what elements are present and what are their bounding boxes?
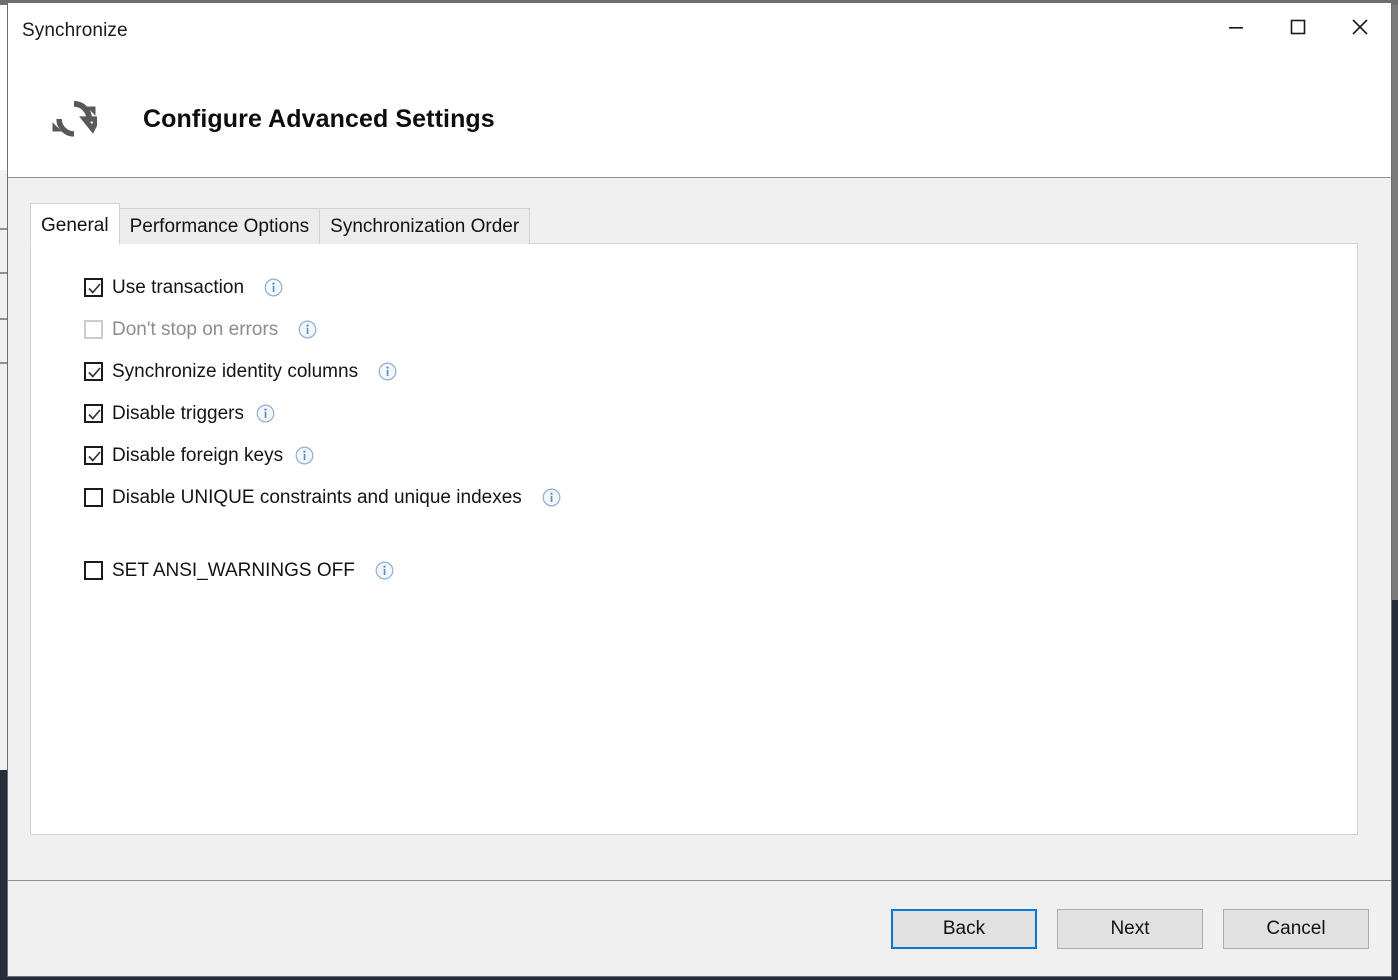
- info-icon[interactable]: [298, 320, 317, 339]
- title-bar: Synchronize: [8, 3, 1391, 61]
- background-window-right-sliver: [1392, 0, 1398, 980]
- info-icon[interactable]: [542, 488, 561, 507]
- option-row-disable-foreign-keys[interactable]: Disable foreign keys: [84, 434, 1357, 476]
- dialog-body: General Performance Options Synchronizat…: [8, 178, 1391, 880]
- option-row-synchronize-identity-columns[interactable]: Synchronize identity columns: [84, 350, 1357, 392]
- checkbox-disable-triggers[interactable]: [84, 403, 103, 423]
- info-icon[interactable]: [264, 278, 283, 297]
- option-row-use-transaction[interactable]: Use transaction: [84, 266, 1357, 308]
- background-row-tick: [0, 272, 7, 274]
- window-controls: [1205, 3, 1391, 50]
- sync-refresh-icon: [51, 96, 102, 142]
- dialog-header: Configure Advanced Settings: [8, 61, 1391, 178]
- cancel-button[interactable]: Cancel: [1223, 908, 1369, 949]
- checkbox-synchronize-identity-columns[interactable]: [84, 361, 103, 381]
- background-row-tick: [0, 318, 7, 320]
- checkbox-disable-foreign-keys[interactable]: [84, 445, 103, 465]
- option-row-disable-unique-constraints[interactable]: Disable UNIQUE constraints and unique in…: [84, 476, 1357, 518]
- close-icon: [1352, 18, 1368, 35]
- next-button[interactable]: Next: [1057, 908, 1203, 949]
- option-label: SET ANSI_WARNINGS OFF: [112, 559, 355, 581]
- window-title: Synchronize: [22, 20, 128, 41]
- option-row-disable-triggers[interactable]: Disable triggers: [84, 392, 1357, 434]
- info-icon[interactable]: [378, 362, 397, 381]
- option-label: Don't stop on errors: [112, 318, 279, 340]
- tab-performance-options[interactable]: Performance Options: [118, 208, 321, 244]
- tab-content-panel: Use transaction Don't stop on errors Syn…: [30, 243, 1358, 835]
- checkbox-use-transaction[interactable]: [84, 277, 103, 297]
- info-icon[interactable]: [295, 446, 314, 465]
- check-mark-icon: [88, 408, 101, 420]
- option-label: Disable UNIQUE constraints and unique in…: [112, 486, 522, 508]
- tab-synchronization-order[interactable]: Synchronization Order: [319, 208, 531, 244]
- maximize-button[interactable]: [1267, 3, 1329, 50]
- option-row-set-ansi-warnings-off[interactable]: SET ANSI_WARNINGS OFF: [84, 549, 1357, 591]
- synchronize-dialog: Synchronize Configure Advanced Settings …: [7, 3, 1392, 977]
- option-label: Use transaction: [112, 276, 245, 298]
- info-icon[interactable]: [375, 561, 394, 580]
- background-pane-grey: [0, 170, 7, 770]
- check-mark-icon: [88, 450, 101, 462]
- check-mark-icon: [88, 366, 101, 378]
- option-label: Synchronize identity columns: [112, 360, 359, 382]
- checkbox-set-ansi-warnings-off[interactable]: [84, 560, 103, 580]
- dialog-footer: Back Next Cancel: [8, 880, 1391, 976]
- check-mark-icon: [88, 282, 101, 294]
- option-label: Disable foreign keys: [112, 444, 284, 466]
- back-button[interactable]: Back: [891, 908, 1037, 949]
- background-window-left-sliver: [0, 0, 7, 980]
- minimize-icon: [1229, 26, 1243, 29]
- maximize-icon: [1290, 19, 1306, 34]
- options-list: Use transaction Don't stop on errors Syn…: [31, 244, 1357, 591]
- background-row-tick: [0, 362, 7, 364]
- option-row-dont-stop-on-errors: Don't stop on errors: [84, 308, 1357, 350]
- minimize-button[interactable]: [1205, 3, 1267, 50]
- background-pane-dark: [0, 770, 7, 980]
- tab-general[interactable]: General: [30, 203, 120, 245]
- background-row-tick: [0, 228, 7, 230]
- page-title: Configure Advanced Settings: [143, 104, 495, 133]
- close-button[interactable]: [1329, 3, 1391, 50]
- tab-strip: General Performance Options Synchronizat…: [30, 202, 531, 245]
- checkbox-disable-unique-constraints[interactable]: [84, 487, 103, 507]
- info-icon[interactable]: [256, 404, 275, 423]
- checkbox-dont-stop-on-errors: [84, 319, 103, 339]
- option-label: Disable triggers: [112, 402, 244, 424]
- background-pane-dark: [1392, 600, 1398, 980]
